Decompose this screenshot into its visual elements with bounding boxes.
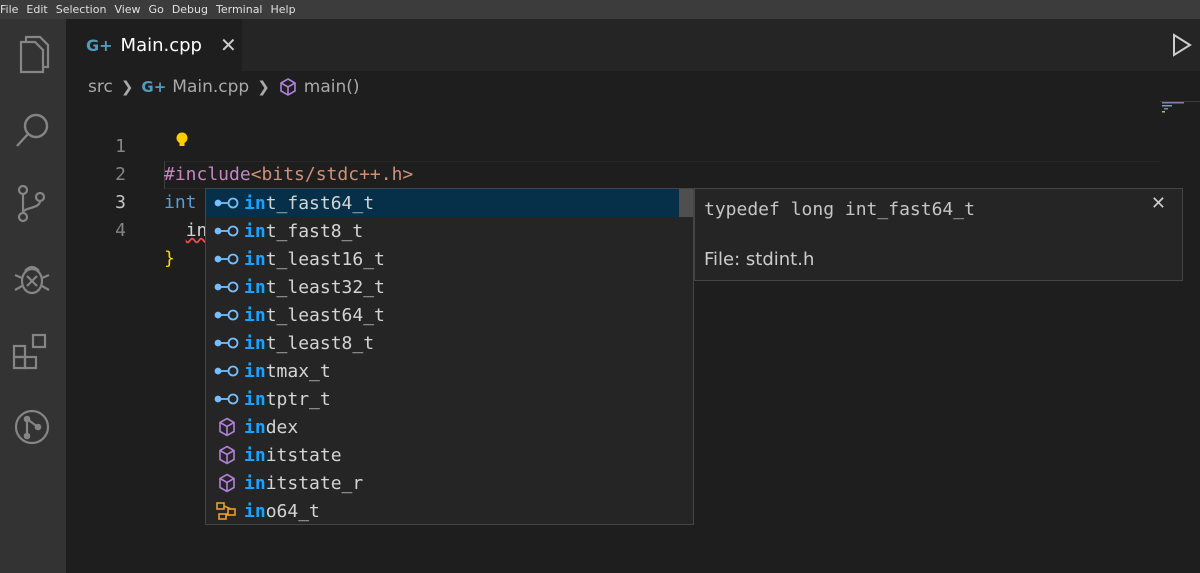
details-signature: typedef long int_fast64_t — [704, 199, 975, 220]
menu-file[interactable]: File — [0, 0, 23, 19]
suggestion-rest: o64_t — [265, 500, 320, 522]
chevron-right-icon: ❯ — [257, 78, 270, 96]
suggestion-rest: t_least8_t — [265, 332, 375, 354]
close-icon[interactable]: ✕ — [1151, 193, 1166, 214]
suggestion-item[interactable]: in t_least16_t — [206, 245, 693, 273]
suggestion-match: in — [244, 248, 266, 270]
suggestion-match: in — [244, 360, 266, 382]
run-play-icon[interactable] — [1168, 32, 1194, 58]
debug-bug-icon[interactable] — [8, 254, 56, 302]
suggestion-match: in — [244, 500, 266, 522]
suggestion-item[interactable]: in tmax_t — [206, 357, 693, 385]
search-icon[interactable] — [8, 106, 56, 154]
breadcrumb-file[interactable]: Main.cpp — [172, 77, 249, 97]
suggestion-item[interactable]: in t_least8_t — [206, 329, 693, 357]
suggestion-item[interactable]: in t_least32_t — [206, 273, 693, 301]
method-cube-icon — [214, 473, 240, 493]
suggestion-item[interactable]: in t_least64_t — [206, 301, 693, 329]
breadcrumb: src ❯ G+ Main.cpp ❯ main() — [66, 71, 1166, 103]
suggestion-rest: dex — [265, 416, 299, 438]
details-doc: File: stdint.h — [704, 249, 815, 270]
suggestion-item[interactable]: in itstate_r — [206, 469, 693, 497]
field-icon — [214, 193, 240, 213]
suggestion-rest: t_fast8_t — [265, 220, 364, 242]
field-icon — [214, 277, 240, 297]
menu-terminal[interactable]: Terminal — [213, 0, 268, 19]
suggestion-match: in — [244, 332, 266, 354]
suggestion-item[interactable]: in t_fast8_t — [206, 217, 693, 245]
lightbulb-icon[interactable] — [175, 132, 189, 148]
code-line[interactable]: 1 #include<bits/stdc++.h> — [66, 105, 1166, 185]
code-line[interactable]: 2 int main(){ — [66, 133, 1166, 213]
suggestion-match: in — [244, 220, 266, 242]
struct-icon — [214, 501, 240, 521]
suggestion-rest: t_least64_t — [265, 304, 385, 326]
field-icon — [214, 389, 240, 409]
suggestion-rest: tmax_t — [265, 360, 331, 382]
minimap[interactable] — [1160, 100, 1200, 116]
suggestion-match: in — [244, 304, 266, 326]
suggestion-match: in — [244, 416, 266, 438]
suggestion-rest: t_fast64_t — [265, 192, 375, 214]
explorer-files-icon[interactable] — [8, 30, 56, 78]
close-icon[interactable]: ✕ — [220, 33, 237, 57]
suggest-details: typedef long int_fast64_t File: stdint.h… — [694, 188, 1183, 281]
chevron-right-icon: ❯ — [120, 78, 134, 96]
source-control-icon[interactable] — [8, 179, 56, 227]
field-icon — [214, 249, 240, 269]
suggest-scrollbar[interactable] — [679, 189, 693, 217]
suggestion-item[interactable]: in tptr_t — [206, 385, 693, 413]
breadcrumb-folder[interactable]: src — [88, 77, 113, 97]
suggestion-rest: itstate — [265, 444, 342, 466]
suggestion-match: in — [244, 472, 266, 494]
suggestion-rest: itstate_r — [265, 472, 364, 494]
tab-label: Main.cpp — [120, 34, 202, 56]
suggestion-item[interactable]: in dex — [206, 413, 693, 441]
suggestion-match: in — [244, 192, 266, 214]
menu-help[interactable]: Help — [268, 0, 301, 19]
method-cube-icon — [214, 445, 240, 465]
suggestion-match: in — [244, 276, 266, 298]
field-icon — [214, 305, 240, 325]
field-icon — [214, 361, 240, 381]
suggestion-rest: t_least16_t — [265, 248, 385, 270]
line-number: 4 — [115, 220, 126, 241]
suggestion-item[interactable]: in t_fast64_t — [206, 189, 693, 217]
close-brace: } — [164, 248, 175, 269]
suggestion-item[interactable]: in o64_t — [206, 497, 693, 524]
activity-bar — [0, 19, 66, 573]
menu-view[interactable]: View — [111, 0, 145, 19]
menu-bar: File Edit Selection View Go Debug Termin… — [0, 0, 1200, 19]
cpp-file-icon: G+ — [86, 35, 113, 55]
suggestion-rest: tptr_t — [265, 388, 331, 410]
suggestion-match: in — [244, 444, 266, 466]
breadcrumb-symbol[interactable]: main() — [304, 77, 360, 97]
tab-bar: G+ Main.cpp ✕ — [66, 19, 1200, 71]
menu-go[interactable]: Go — [146, 0, 169, 19]
code-line[interactable]: 3 in — [66, 161, 1166, 241]
suggestion-match: in — [244, 388, 266, 410]
menu-edit[interactable]: Edit — [23, 0, 52, 19]
field-icon — [214, 333, 240, 353]
suggestion-rest: t_least32_t — [265, 276, 385, 298]
tab-main-cpp[interactable]: G+ Main.cpp ✕ — [66, 19, 242, 71]
extensions-icon[interactable] — [8, 329, 56, 377]
method-cube-icon — [278, 77, 298, 97]
cpp-file-icon: G+ — [141, 78, 167, 96]
git-graph-icon[interactable] — [8, 403, 56, 451]
suggestion-item[interactable]: in itstate — [206, 441, 693, 469]
suggest-widget: in t_fast64_t in t_fast8_t in t_least16_t in t_… — [205, 188, 694, 525]
menu-debug[interactable]: Debug — [169, 0, 213, 19]
method-cube-icon — [214, 417, 240, 437]
field-icon — [214, 221, 240, 241]
menu-selection[interactable]: Selection — [53, 0, 112, 19]
